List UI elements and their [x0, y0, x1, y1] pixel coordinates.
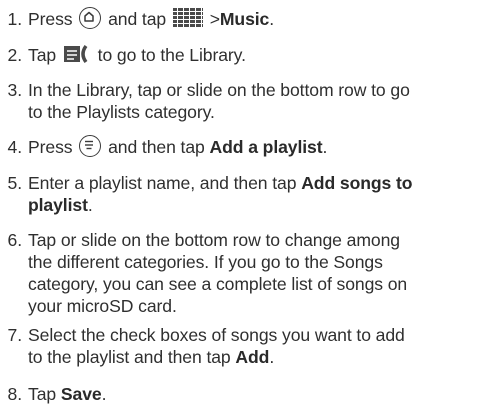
step-number: 6. — [7, 230, 23, 250]
all-apps-grid-icon — [172, 8, 203, 29]
step-text: Press and then tap Add a playlist. — [28, 135, 328, 158]
menu-icon — [79, 135, 102, 158]
instruction-page: 1. Press and tap >Music. 2. Tap to go to… — [0, 0, 484, 415]
step-text: Press and tap >Music. — [28, 7, 275, 30]
step-number: 4. — [7, 137, 23, 157]
step-number: 5. — [7, 173, 23, 193]
step-number: 2. — [7, 45, 23, 65]
step-text: In the Library, tap or slide on the bott… — [28, 80, 410, 122]
step-number: 8. — [7, 384, 23, 404]
step-text: Select the check boxes of songs you want… — [28, 325, 405, 367]
step-number: 1. — [7, 9, 23, 29]
step-text: Tap or slide on the bottom row to change… — [28, 230, 408, 316]
step-text: Enter a playlist name, and then tap Add … — [28, 173, 413, 215]
step-text: Tap Save. — [28, 384, 107, 404]
step-text: Tap to go to the Library. — [28, 44, 246, 65]
library-icon — [63, 44, 91, 64]
step-number: 3. — [7, 80, 23, 100]
home-icon — [79, 7, 102, 30]
step-number: 7. — [7, 325, 23, 345]
